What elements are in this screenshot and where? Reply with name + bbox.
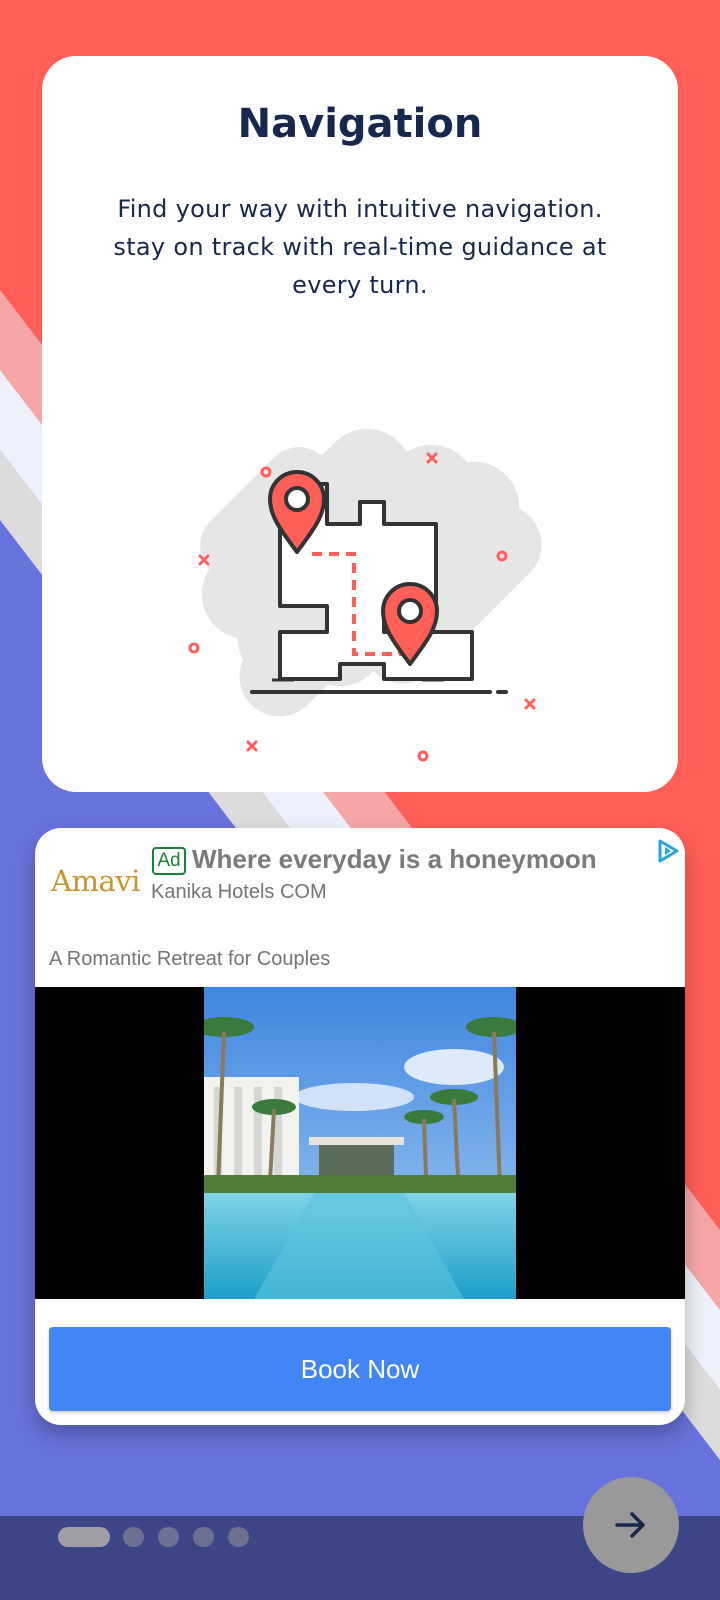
page-title: Navigation <box>237 101 483 147</box>
ad-media[interactable] <box>35 987 685 1299</box>
page-dot-active[interactable] <box>58 1527 110 1547</box>
page-dot[interactable] <box>123 1527 144 1547</box>
advertiser-logo: Amavi <box>51 864 140 898</box>
page-dot[interactable] <box>228 1527 249 1547</box>
ad-headline[interactable]: Where everyday is a honeymoon <box>192 844 597 875</box>
ad-body-text: A Romantic Retreat for Couples <box>49 948 331 970</box>
page-dot[interactable] <box>158 1527 179 1547</box>
arrow-right-icon <box>615 1512 645 1538</box>
book-now-button[interactable]: Book Now <box>49 1327 671 1411</box>
next-button[interactable] <box>583 1477 679 1573</box>
resort-pool-image <box>204 987 516 1299</box>
ad-badge: Ad <box>152 847 186 875</box>
page-description: Find your way with intuitive navigation.… <box>113 195 607 299</box>
adchoices-icon[interactable] <box>655 838 681 864</box>
onboarding-card: Navigation Find your way with intuitive … <box>42 56 678 792</box>
map-route-icon <box>188 428 542 762</box>
ad-advertiser: Kanika Hotels COM <box>151 881 327 903</box>
page-dot[interactable] <box>193 1527 214 1547</box>
ad-card[interactable]: Amavi Ad Where everyday is a honeymoon K… <box>35 828 685 1425</box>
